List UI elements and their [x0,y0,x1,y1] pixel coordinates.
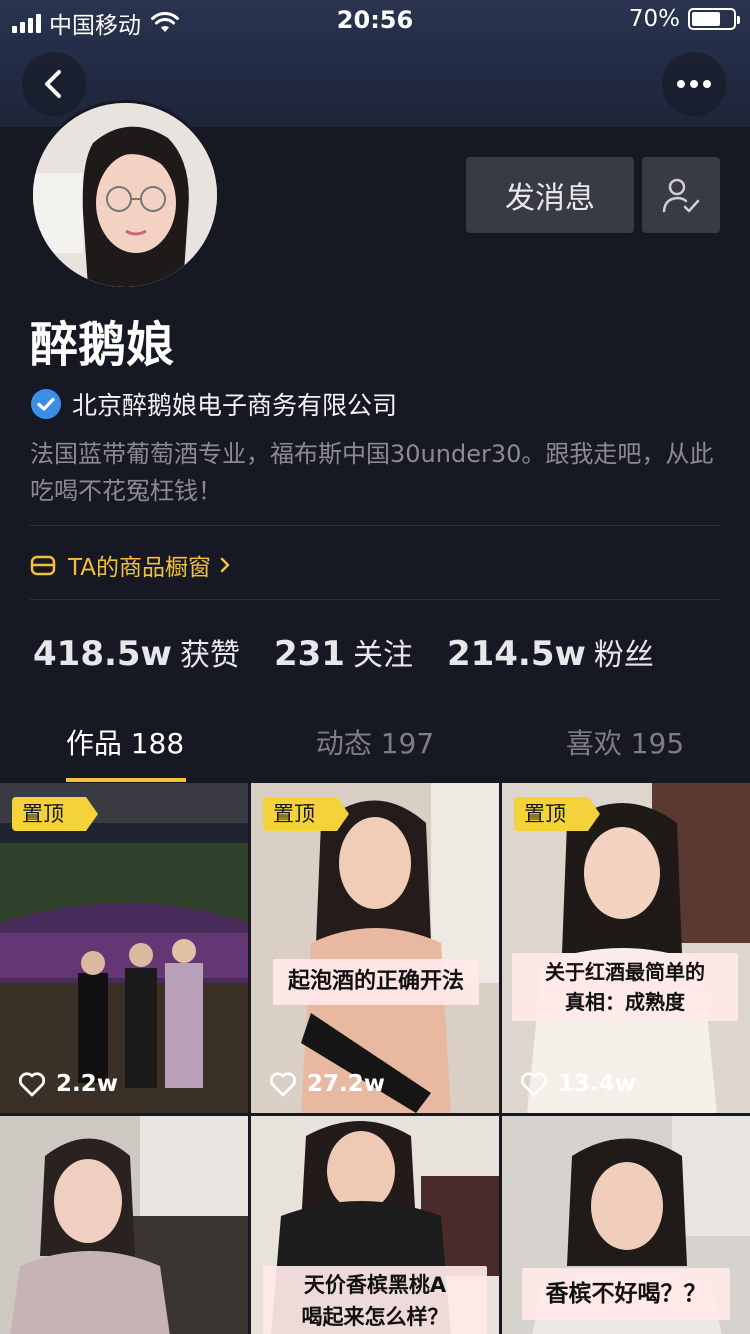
ellipsis-icon [677,80,711,88]
profile-name: 醉鹅娘 [30,317,175,373]
video-thumbnail[interactable]: 置顶 2.2w [0,783,248,1113]
battery-fill [692,12,720,26]
heart-icon [18,1072,46,1097]
stat-label: 关注 [352,638,413,673]
stat-label: 获赞 [179,638,240,673]
stat-label: 粉丝 [593,638,654,673]
video-caption: 香槟不好喝？？ [522,1268,730,1320]
stat-value: 418.5w [33,634,172,674]
video-caption: 起泡酒的正确开法 [273,959,479,1005]
content-tabs: 作品 188 动态 197 喜欢 195 [0,716,750,782]
status-bar: 中国移动 20:56 70% [0,0,750,40]
like-count-text: 13.4w [558,1071,636,1097]
shop-icon [30,555,56,576]
tab-works[interactable]: 作品 188 [0,716,250,782]
profile-bio: 法国蓝带葡萄酒专业，福布斯中国30under30。跟我走吧，从此吃喝不花冤枉钱！ [30,440,714,505]
like-count-text: 27.2w [307,1071,385,1097]
battery-percent: 70% [628,6,680,32]
avatar-photo [33,103,217,287]
video-cover-image [251,783,499,1113]
video-caption: 关于红酒最简单的 真相：成熟度 [512,953,738,1021]
heart-icon [520,1072,548,1097]
chevron-left-icon [45,70,61,98]
video-cover-image [502,783,750,1113]
follow-button[interactable] [642,157,720,233]
stat-value: 231 [273,634,345,674]
video-thumbnail[interactable]: 置顶 关于红酒最简单的 真相：成熟度 13.4w [502,783,750,1113]
stat-followers[interactable]: 214.5w 粉丝 [447,630,654,674]
send-message-button[interactable]: 发消息 [466,157,634,233]
pinned-badge: 置顶 [514,797,600,831]
video-like-count: 13.4w [520,1071,636,1097]
avatar[interactable] [30,100,220,290]
stat-following[interactable]: 231 关注 [274,630,413,674]
like-count-text: 2.2w [56,1071,118,1097]
pinned-badge: 置顶 [263,797,349,831]
shop-window-label: TA的商品橱窗 [68,555,211,581]
verified-organization: 北京醉鹅娘电子商务有限公司 [30,386,397,422]
more-button[interactable] [662,52,726,116]
tab-likes[interactable]: 喜欢 195 [500,716,750,782]
video-cover-image [0,1116,248,1334]
divider [30,525,720,526]
chevron-right-icon [220,557,230,573]
video-caption: 天价香槟黑桃A 喝起来怎么样？ [263,1266,487,1334]
battery-icon [688,8,740,30]
divider [30,599,720,600]
back-button[interactable] [22,52,86,116]
shop-window-link[interactable]: TA的商品橱窗 [30,548,243,582]
video-thumbnail[interactable]: 置顶 起泡酒的正确开法 27.2w [251,783,499,1113]
user-check-icon [662,178,700,213]
verified-badge-icon [31,389,61,419]
heart-icon [269,1072,297,1097]
active-tab-indicator [66,778,186,782]
pinned-badge: 置顶 [12,797,98,831]
video-cover-image [0,783,248,1113]
status-right: 70% [628,6,740,32]
stat-likes: 418.5w 获赞 [33,630,240,674]
video-thumbnail[interactable] [0,1116,248,1334]
video-like-count: 27.2w [269,1071,385,1097]
verified-organization-name: 北京醉鹅娘电子商务有限公司 [72,391,398,420]
stat-value: 214.5w [446,634,586,674]
tab-activity[interactable]: 动态 197 [250,716,500,782]
video-thumbnail[interactable]: 香槟不好喝？？ [502,1116,750,1334]
video-like-count: 2.2w [18,1071,118,1097]
profile-stats: 418.5w 获赞 231 关注 214.5w 粉丝 [33,630,688,674]
video-thumbnail[interactable]: 天价香槟黑桃A 喝起来怎么样？ [251,1116,499,1334]
